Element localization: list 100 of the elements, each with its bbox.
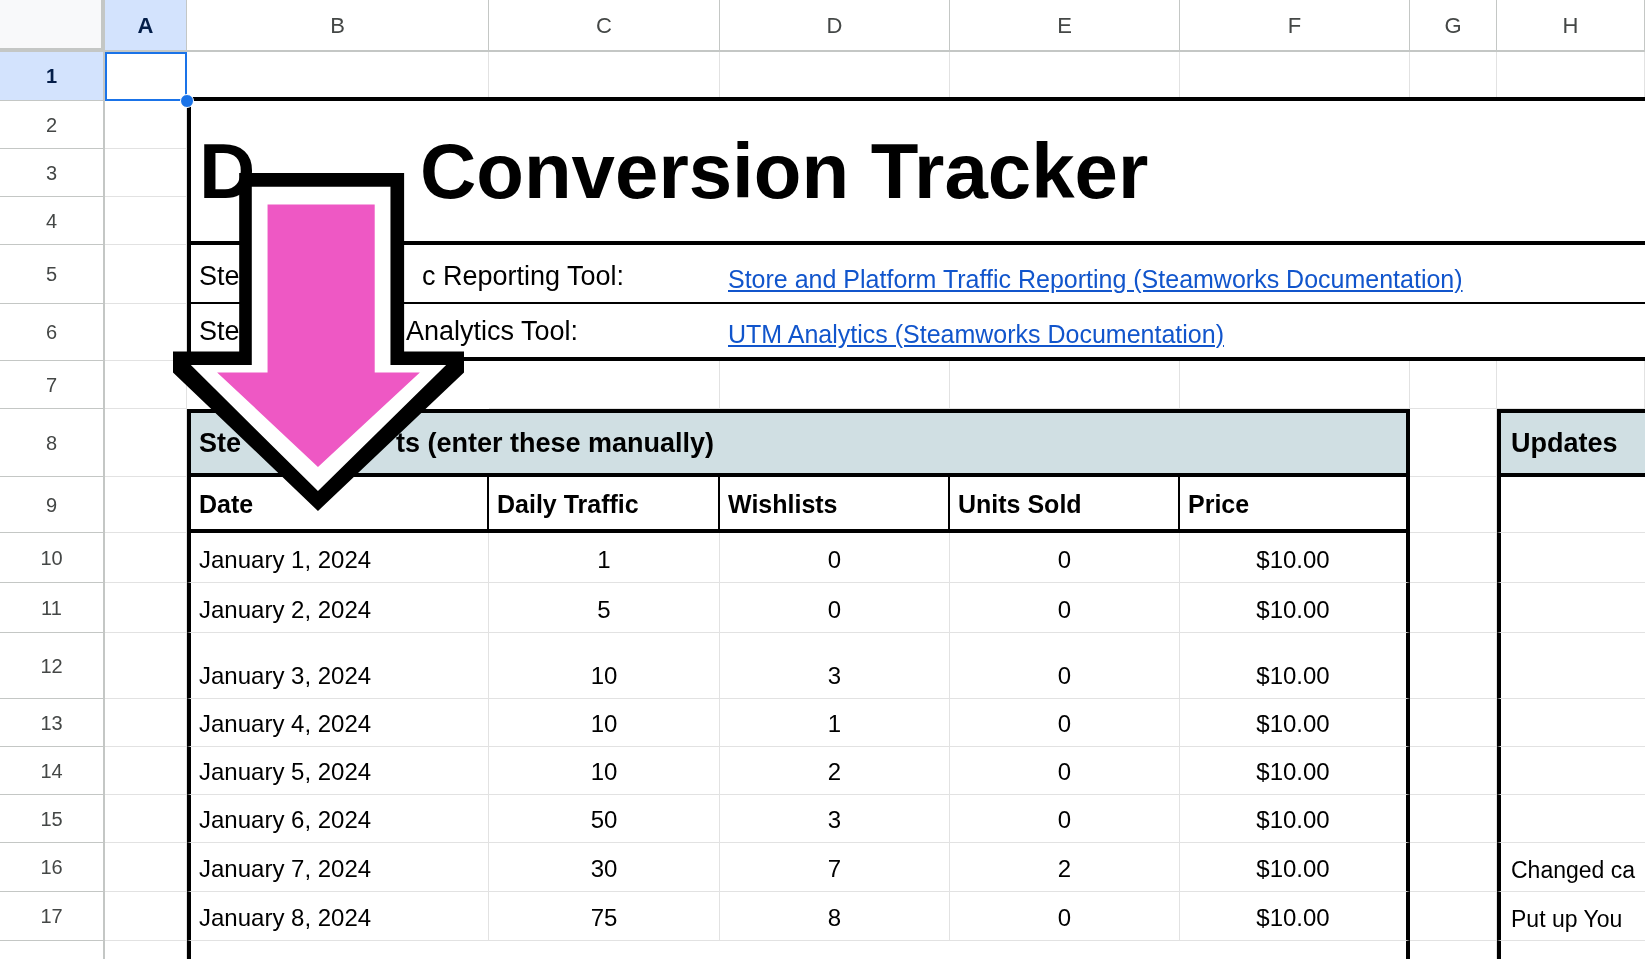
column-header[interactable]: G <box>1410 0 1497 52</box>
row-header[interactable]: 15 <box>0 795 105 843</box>
grid-cell[interactable] <box>1497 361 1645 409</box>
grid-cell[interactable] <box>105 583 187 633</box>
sheet-title: Conversion Tracker <box>420 132 1149 210</box>
grid-cell[interactable] <box>1410 409 1497 477</box>
row-header[interactable]: 1 <box>0 52 105 101</box>
table-cell: 2 <box>720 747 950 795</box>
table-cell: 0 <box>720 583 950 633</box>
table-cell: 50 <box>489 795 720 843</box>
row-header[interactable]: 13 <box>0 699 105 747</box>
table-cell: $10.00 <box>1180 699 1410 747</box>
column-heading: Wishlists <box>720 477 950 533</box>
table-cell: $10.00 <box>1180 747 1410 795</box>
grid-cell[interactable] <box>105 245 187 304</box>
grid-cell[interactable] <box>1410 583 1497 633</box>
grid-cell[interactable] <box>1410 892 1497 941</box>
table-cell: January 7, 2024 <box>187 843 489 892</box>
grid-cell[interactable] <box>105 747 187 795</box>
grid-cell[interactable] <box>720 361 950 409</box>
table-cell: 1 <box>720 699 950 747</box>
row-header[interactable]: 9 <box>0 477 105 533</box>
column-header[interactable]: A <box>105 0 187 52</box>
table-cell: 5 <box>489 583 720 633</box>
selected-cell[interactable] <box>105 52 187 101</box>
table-cell: 0 <box>950 795 1180 843</box>
table-cell: 2 <box>950 843 1180 892</box>
row-header[interactable]: 8 <box>0 409 105 477</box>
grid-cell[interactable] <box>105 197 187 245</box>
column-header[interactable]: H <box>1497 0 1645 52</box>
table-cell: 7 <box>720 843 950 892</box>
grid-cell[interactable] <box>105 843 187 892</box>
table-title: Ste <box>199 427 242 458</box>
grid-cell[interactable] <box>105 892 187 941</box>
label-text: Ste <box>199 260 240 291</box>
table-cell: 0 <box>950 633 1180 699</box>
grid-cell[interactable] <box>105 477 187 533</box>
fill-handle[interactable] <box>180 94 194 108</box>
row-header[interactable]: 7 <box>0 361 105 409</box>
column-heading: Daily Traffic <box>489 477 720 533</box>
column-header[interactable]: D <box>720 0 950 52</box>
row-header[interactable]: 3 <box>0 149 105 197</box>
grid-cell[interactable] <box>105 795 187 843</box>
table-cell: $10.00 <box>1180 843 1410 892</box>
grid-cell[interactable] <box>489 361 720 409</box>
grid-cell[interactable] <box>1410 699 1497 747</box>
row-header[interactable]: 12 <box>0 633 105 699</box>
column-heading: Units Sold <box>950 477 1180 533</box>
row-header[interactable]: 11 <box>0 583 105 633</box>
table-cell: 0 <box>950 533 1180 583</box>
documentation-link[interactable]: Store and Platform Traffic Reporting (Steamworks Documentation) <box>728 260 1463 298</box>
grid-cell[interactable] <box>105 304 187 361</box>
label-text: Ste <box>199 315 240 346</box>
grid-cell[interactable] <box>1180 361 1410 409</box>
column-header[interactable]: C <box>489 0 720 52</box>
grid-cell[interactable] <box>105 533 187 583</box>
table-cell: 10 <box>489 633 720 699</box>
table-cell: 10 <box>489 699 720 747</box>
table-cell: 0 <box>950 747 1180 795</box>
row-header[interactable]: 16 <box>0 843 105 892</box>
column-header[interactable]: B <box>187 0 489 52</box>
row-header[interactable]: 6 <box>0 304 105 361</box>
table-cell: $10.00 <box>1180 795 1410 843</box>
column-header[interactable]: E <box>950 0 1180 52</box>
grid-cell[interactable] <box>105 633 187 699</box>
table-cell: 30 <box>489 843 720 892</box>
documentation-link[interactable]: UTM Analytics (Steamworks Documentation) <box>728 315 1224 353</box>
grid-cell[interactable] <box>1410 633 1497 699</box>
row-header[interactable]: 17 <box>0 892 105 941</box>
row-header[interactable]: 14 <box>0 747 105 795</box>
table-cell: 0 <box>950 583 1180 633</box>
table-cell: January 5, 2024 <box>187 747 489 795</box>
grid-cell[interactable] <box>105 149 187 197</box>
table-cell: 75 <box>489 892 720 941</box>
row-header[interactable]: 4 <box>0 197 105 245</box>
grid-cell[interactable] <box>1410 477 1497 533</box>
table-cell: January 6, 2024 <box>187 795 489 843</box>
table-cell: 3 <box>720 795 950 843</box>
grid-cell[interactable] <box>1410 533 1497 583</box>
grid-cell[interactable] <box>1410 843 1497 892</box>
table-cell: 0 <box>950 892 1180 941</box>
label-text: Analytics Tool: <box>406 314 579 348</box>
column-header[interactable]: F <box>1180 0 1410 52</box>
table-cell: January 1, 2024 <box>187 533 489 583</box>
grid-cell[interactable] <box>1410 747 1497 795</box>
row-header[interactable]: 5 <box>0 245 105 304</box>
table-cell: January 8, 2024 <box>187 892 489 941</box>
grid-cell[interactable] <box>950 361 1180 409</box>
table-cell: 10 <box>489 747 720 795</box>
table-cell: 0 <box>950 699 1180 747</box>
grid-cell[interactable] <box>105 699 187 747</box>
table-cell: 0 <box>720 533 950 583</box>
grid-cell[interactable] <box>1410 795 1497 843</box>
grid-cell[interactable] <box>105 409 187 477</box>
table-cell: $10.00 <box>1180 633 1410 699</box>
table-title: ts (enter these manually) <box>396 426 715 460</box>
row-header[interactable]: 2 <box>0 101 105 149</box>
grid-cell[interactable] <box>1410 361 1497 409</box>
row-header[interactable]: 10 <box>0 533 105 583</box>
table-cell: $10.00 <box>1180 533 1410 583</box>
